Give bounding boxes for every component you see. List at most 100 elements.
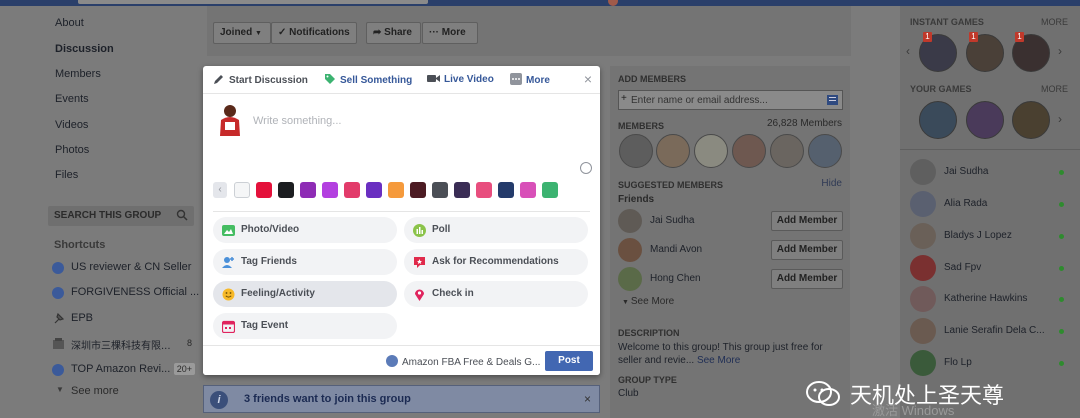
- search-icon[interactable]: [176, 209, 188, 221]
- shortcut-item[interactable]: EPB: [52, 311, 197, 327]
- background-swatch[interactable]: [366, 182, 382, 198]
- composer-footer: Amazon FBA Free & Deals G... Post: [203, 345, 600, 375]
- chat-contact[interactable]: Katherine Hawkins: [910, 286, 1070, 312]
- poll-option[interactable]: Poll: [404, 217, 588, 243]
- post-text-input[interactable]: Write something...: [253, 115, 341, 127]
- member-avatar[interactable]: [770, 134, 804, 168]
- close-icon[interactable]: ×: [584, 71, 592, 87]
- nav-about[interactable]: About: [55, 17, 84, 29]
- background-swatch[interactable]: [300, 182, 316, 198]
- game-icon[interactable]: [966, 101, 1004, 139]
- background-swatch[interactable]: [498, 182, 514, 198]
- chat-contact[interactable]: Jai Sudha: [910, 159, 1070, 185]
- game-icon[interactable]: [1012, 101, 1050, 139]
- chat-contact[interactable]: Sad Fpv: [910, 255, 1070, 281]
- group-info-panel: ADD MEMBERS + Enter name or email addres…: [610, 66, 850, 418]
- avatar[interactable]: [618, 267, 642, 291]
- chevron-right-icon[interactable]: ›: [1058, 44, 1062, 58]
- watermark-text: 天机处上圣天尊: [850, 384, 1005, 409]
- nav-events[interactable]: Events: [55, 93, 89, 105]
- add-members-input[interactable]: + Enter name or email address...: [618, 90, 843, 110]
- chevron-left-icon[interactable]: ‹: [906, 44, 910, 58]
- member-name[interactable]: Hong Chen: [650, 273, 701, 284]
- member-avatar[interactable]: [656, 134, 690, 168]
- description-see-more[interactable]: See More: [697, 355, 740, 366]
- shortcut-item[interactable]: US reviewer & CN Seller: [52, 260, 197, 276]
- check-in-option[interactable]: Check in: [404, 281, 588, 307]
- ask-recommendations-option[interactable]: Ask for Recommendations: [404, 249, 588, 275]
- background-swatch[interactable]: [322, 182, 338, 198]
- notifications-label: Notifications: [289, 27, 350, 38]
- background-swatch[interactable]: [476, 182, 492, 198]
- avatar[interactable]: [618, 209, 642, 233]
- close-icon[interactable]: ×: [584, 392, 591, 406]
- feeling-activity-option[interactable]: Feeling/Activity: [213, 281, 397, 307]
- nav-discussion[interactable]: Discussion: [55, 43, 114, 55]
- background-swatch[interactable]: [256, 182, 272, 198]
- share-button[interactable]: ➦ Share: [366, 22, 421, 44]
- shortcut-item[interactable]: FORGIVENESS Official ...: [52, 285, 199, 301]
- online-indicator: [1059, 329, 1064, 334]
- more-button[interactable]: ··· More: [422, 22, 478, 44]
- nav-members[interactable]: Members: [55, 68, 101, 80]
- background-swatch[interactable]: [454, 182, 470, 198]
- avatar[interactable]: [618, 238, 642, 262]
- shortcut-item[interactable]: TOP Amazon Revi... 20+: [52, 362, 197, 378]
- see-more-label: See more: [71, 385, 119, 397]
- add-member-button[interactable]: Add Member: [771, 269, 843, 289]
- photo-video-option[interactable]: Photo/Video: [213, 217, 397, 243]
- background-swatch[interactable]: [520, 182, 536, 198]
- audience-selector[interactable]: Amazon FBA Free & Deals G...: [386, 355, 540, 368]
- member-avatar[interactable]: [694, 134, 728, 168]
- see-more-suggested[interactable]: ▼ See More: [622, 296, 674, 307]
- hide-link[interactable]: Hide: [821, 178, 842, 189]
- tag-event-option[interactable]: Tag Event: [213, 313, 397, 339]
- your-games-more[interactable]: MORE: [1041, 84, 1068, 94]
- background-swatch[interactable]: [432, 182, 448, 198]
- suggested-member-row: Jai Sudha Add Member: [618, 209, 843, 233]
- add-member-button[interactable]: Add Member: [771, 240, 843, 260]
- background-swatch[interactable]: [410, 182, 426, 198]
- friends-join-banner[interactable]: i 3 friends want to join this group ×: [203, 385, 600, 413]
- tag-friends-option[interactable]: Tag Friends: [213, 249, 397, 275]
- emoji-icon[interactable]: [580, 162, 592, 174]
- address-book-icon[interactable]: [827, 95, 838, 105]
- instant-games-more[interactable]: MORE: [1041, 17, 1068, 27]
- add-member-button[interactable]: Add Member: [771, 211, 843, 231]
- wechat-watermark: 天机处上圣天尊: [806, 378, 1004, 410]
- background-swatch[interactable]: [278, 182, 294, 198]
- chat-contact[interactable]: Alia Rada: [910, 191, 1070, 217]
- member-avatar[interactable]: [808, 134, 842, 168]
- group-search-input[interactable]: Search this group: [48, 206, 194, 226]
- member-avatar[interactable]: [619, 134, 653, 168]
- nav-files[interactable]: Files: [55, 169, 78, 181]
- background-swatch[interactable]: [388, 182, 404, 198]
- nav-videos[interactable]: Videos: [55, 119, 88, 131]
- post-button[interactable]: Post: [545, 351, 593, 371]
- chevron-left-icon[interactable]: ‹: [213, 182, 227, 198]
- add-members-placeholder: Enter name or email address...: [631, 95, 768, 106]
- shortcut-item[interactable]: 深圳市三棵科技有限... 8: [52, 336, 197, 352]
- chevron-right-icon[interactable]: ›: [1058, 112, 1062, 126]
- see-more-shortcuts[interactable]: ▼ See more: [52, 384, 197, 400]
- background-swatch[interactable]: [542, 182, 558, 198]
- member-name[interactable]: Mandi Avon: [650, 244, 702, 255]
- game-icon[interactable]: [919, 101, 957, 139]
- chat-contact[interactable]: Flo Lp: [910, 350, 1070, 376]
- member-name[interactable]: Jai Sudha: [650, 215, 694, 226]
- background-swatch[interactable]: [344, 182, 360, 198]
- tab-start-discussion[interactable]: Start Discussion: [213, 73, 308, 86]
- chat-contact[interactable]: Bladys J Lopez: [910, 223, 1070, 249]
- joined-button[interactable]: Joined ▼: [213, 22, 271, 44]
- nav-photos[interactable]: Photos: [55, 144, 89, 156]
- tab-sell-something[interactable]: Sell Something: [324, 73, 412, 86]
- background-swatch[interactable]: [234, 182, 250, 198]
- tab-live-video[interactable]: Live Video: [427, 73, 494, 85]
- suggested-member-row: Mandi Avon Add Member: [618, 238, 843, 262]
- tab-more[interactable]: More: [510, 73, 550, 86]
- members-count[interactable]: 26,828 Members: [767, 118, 842, 129]
- member-avatar[interactable]: [732, 134, 766, 168]
- chat-contact[interactable]: Lanie Serafin Dela C...: [910, 318, 1070, 344]
- global-search-bar[interactable]: [78, 0, 428, 4]
- notifications-button[interactable]: ✓ Notifications: [271, 22, 357, 44]
